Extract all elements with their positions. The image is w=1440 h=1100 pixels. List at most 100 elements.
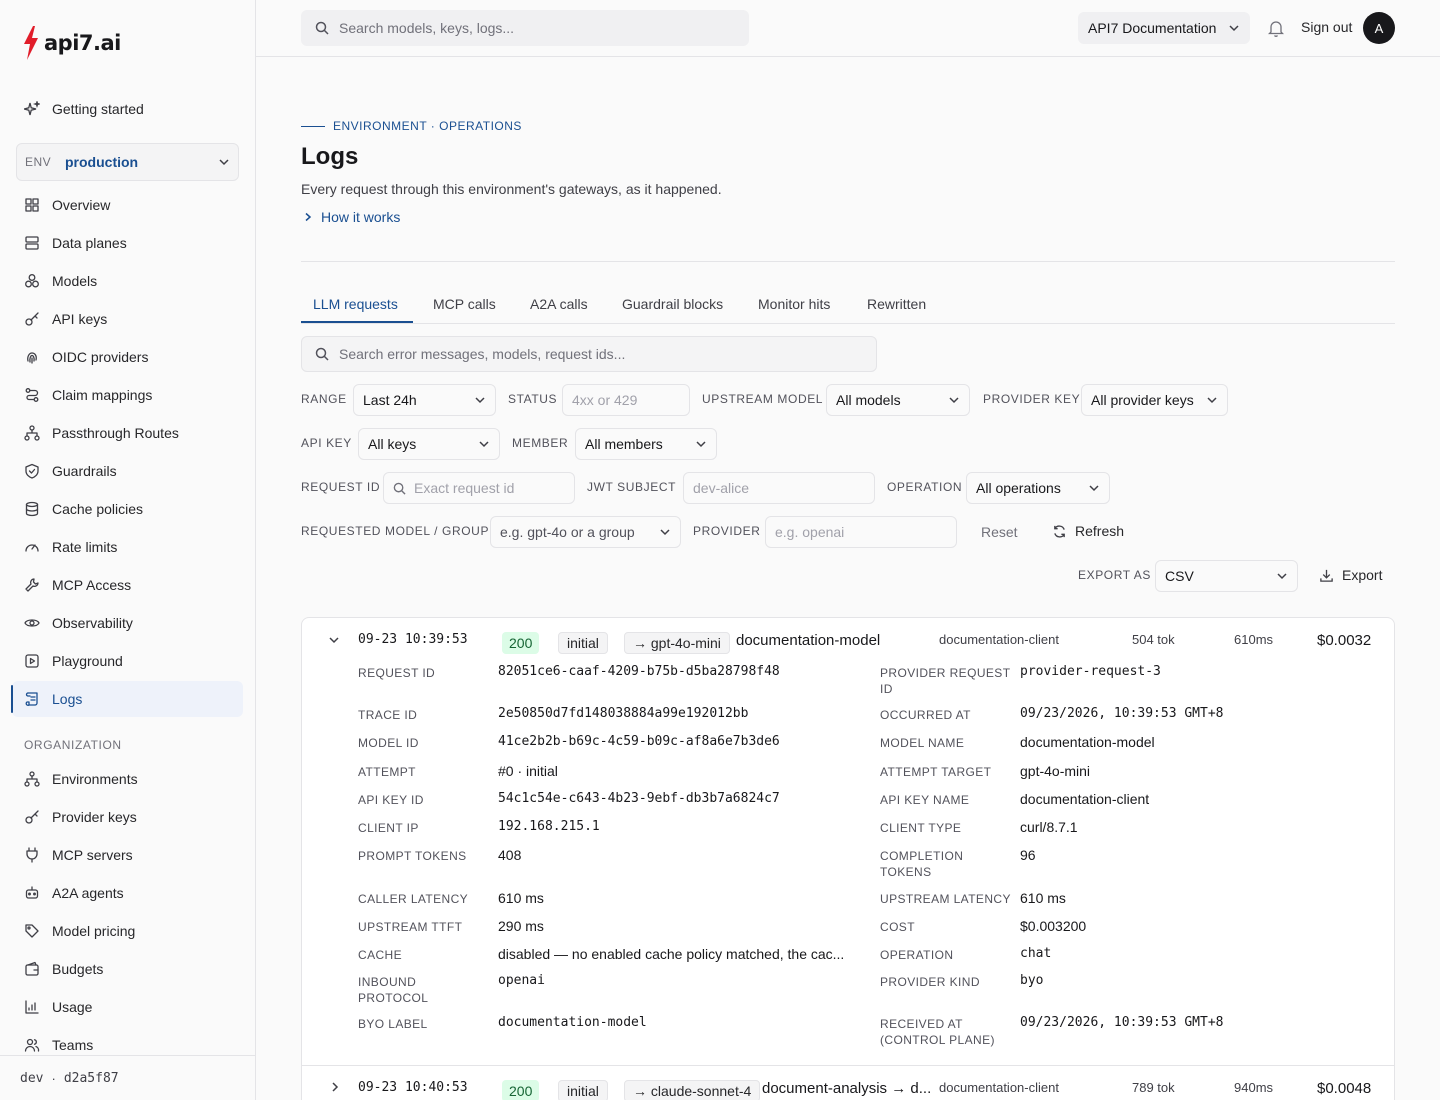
requested-model-select[interactable]: e.g. gpt-4o or a group: [490, 516, 681, 548]
tab-mcp-calls[interactable]: MCP calls: [433, 296, 496, 312]
detail-value: byo: [1020, 973, 1044, 988]
log-search-input[interactable]: Search error messages, models, request i…: [301, 336, 877, 372]
logo[interactable]: api7.ai: [22, 26, 121, 60]
export-format-select[interactable]: CSV: [1155, 560, 1298, 592]
log-row[interactable]: 09-23 10:39:53 200 initial → gpt-4o-mini…: [302, 618, 1394, 662]
detail-label: PROVIDER REQUEST ID: [880, 666, 1011, 696]
sidebar-item-a2a-agents[interactable]: A2A agents: [12, 875, 243, 911]
export-button[interactable]: Export: [1319, 567, 1382, 583]
detail-value: provider-request-3: [1020, 664, 1161, 679]
sidebar-item-label: Models: [52, 273, 98, 289]
detail-label: OPERATION: [880, 948, 954, 962]
how-it-works-label: How it works: [321, 209, 401, 225]
log-row[interactable]: 09-23 10:40:53 200 initial → claude-sonn…: [302, 1066, 1394, 1100]
tab-rewritten[interactable]: Rewritten: [867, 296, 926, 312]
request-id-input[interactable]: Exact request id: [383, 472, 575, 504]
sidebar-item-model-pricing[interactable]: Model pricing: [12, 913, 243, 949]
range-select[interactable]: Last 24h: [353, 384, 496, 416]
chevron-down-icon[interactable]: [328, 634, 340, 646]
provider-input[interactable]: e.g. openai: [765, 516, 957, 548]
chevron-down-icon: [1207, 397, 1217, 404]
notifications-button[interactable]: [1267, 19, 1285, 40]
sidebar-item-usage[interactable]: Usage: [12, 989, 243, 1025]
log-client: documentation-client: [939, 1080, 1059, 1095]
fingerprint-icon: [27, 352, 37, 364]
env-label: ENV: [25, 155, 52, 169]
tab-llm-requests[interactable]: LLM requests: [313, 296, 398, 312]
sidebar-item-passthrough-routes[interactable]: Passthrough Routes: [12, 415, 243, 451]
requested-model-label: REQUESTED MODEL / GROUP: [301, 524, 490, 538]
chevron-down-icon: [219, 159, 229, 166]
sidebar-item-api-keys[interactable]: API keys: [12, 301, 243, 337]
log-time: 09-23 10:39:53: [358, 632, 468, 647]
tag-icon: [25, 924, 39, 938]
sidebar-item-oidc-providers[interactable]: OIDC providers: [12, 339, 243, 375]
chevron-down-icon: [696, 441, 706, 448]
sidebar-item-provider-keys[interactable]: Provider keys: [12, 799, 243, 835]
api-key-select[interactable]: All keys: [358, 428, 500, 460]
divider: [301, 261, 1395, 262]
detail-value: #0 · initial: [498, 763, 558, 779]
sidebar-item-label: Usage: [52, 999, 93, 1015]
jwt-subject-input[interactable]: dev-alice: [683, 472, 875, 504]
detail-value: 09/23/2026, 10:39:53 GMT+8: [1020, 706, 1224, 721]
environment-select[interactable]: ENV production: [16, 143, 239, 181]
log-cost: $0.0032: [1317, 632, 1372, 649]
detail-label: RECEIVED AT (CONTROL PLANE): [880, 1017, 995, 1047]
server-icon: [25, 236, 39, 250]
requested-model-value: e.g. gpt-4o or a group: [500, 524, 635, 540]
sidebar-item-data-planes[interactable]: Data planes: [12, 225, 243, 261]
detail-value: 610 ms: [1020, 890, 1066, 906]
sidebar: api7.ai Getting started ENV production O…: [0, 0, 256, 1100]
log-tabs: LLM requests MCP calls A2A calls Guardra…: [301, 287, 1395, 324]
operation-select[interactable]: All operations: [966, 472, 1110, 504]
sidebar-item-budgets[interactable]: Budgets: [12, 951, 243, 987]
provider-key-select[interactable]: All provider keys: [1081, 384, 1228, 416]
attempt-badge: initial: [558, 1080, 608, 1100]
detail-label: COST: [880, 920, 915, 934]
detail-label: INBOUND PROTOCOL: [358, 975, 429, 1005]
sidebar-item-guardrails[interactable]: Guardrails: [12, 453, 243, 489]
export-label: Export: [1342, 567, 1383, 583]
detail-label: PROMPT TOKENS: [358, 849, 467, 863]
detail-label: UPSTREAM TTFT: [358, 920, 463, 934]
sidebar-item-models[interactable]: Models: [12, 263, 243, 299]
detail-label: ATTEMPT TARGET: [880, 765, 992, 779]
sidebar-item-logs[interactable]: Logs: [11, 681, 243, 717]
tab-monitor-hits[interactable]: Monitor hits: [758, 296, 830, 312]
sidebar-item-overview[interactable]: Overview: [12, 187, 243, 223]
sidebar-item-playground[interactable]: Playground: [12, 643, 243, 679]
tab-a2a-calls[interactable]: A2A calls: [530, 296, 588, 312]
how-it-works-toggle[interactable]: How it works: [303, 209, 400, 225]
sidebar-item-claim-mappings[interactable]: Claim mappings: [12, 377, 243, 413]
upstream-model-select[interactable]: All models: [826, 384, 970, 416]
sidebar-item-cache-policies[interactable]: Cache policies: [12, 491, 243, 527]
detail-label: CALLER LATENCY: [358, 892, 469, 906]
reset-button[interactable]: Reset: [981, 524, 1018, 540]
chevron-right-icon[interactable]: [330, 1081, 340, 1093]
sign-out-link[interactable]: Sign out: [1301, 19, 1352, 35]
sidebar-item-label: Budgets: [52, 961, 104, 977]
sidebar-item-environments[interactable]: Environments: [12, 761, 243, 797]
member-select[interactable]: All members: [575, 428, 717, 460]
download-icon: [1320, 569, 1333, 582]
avatar[interactable]: A: [1363, 12, 1395, 44]
sidebar-item-mcp-access[interactable]: MCP Access: [12, 567, 243, 603]
page-title: Logs: [301, 143, 359, 170]
sidebar-item-observability[interactable]: Observability: [12, 605, 243, 641]
detail-value: documentation-model: [498, 1015, 647, 1030]
sidebar-item-getting-started[interactable]: Getting started: [12, 91, 243, 127]
sidebar-item-label: Environments: [52, 771, 138, 787]
detail-label: ATTEMPT: [358, 765, 416, 779]
global-search-input[interactable]: Search models, keys, logs...: [301, 10, 749, 46]
sidebar-item-rate-limits[interactable]: Rate limits: [12, 529, 243, 565]
status-input[interactable]: 4xx or 429: [562, 384, 690, 416]
tab-guardrail-blocks[interactable]: Guardrail blocks: [622, 296, 723, 312]
documentation-select[interactable]: API7 Documentation: [1078, 12, 1250, 44]
active-tab-indicator: [301, 321, 413, 323]
sidebar-item-label: Rate limits: [52, 539, 118, 555]
sidebar-item-mcp-servers[interactable]: MCP servers: [12, 837, 243, 873]
sidebar-item-label: Observability: [52, 615, 133, 631]
refresh-button[interactable]: Refresh: [1052, 523, 1124, 539]
eye-icon: [24, 619, 40, 627]
